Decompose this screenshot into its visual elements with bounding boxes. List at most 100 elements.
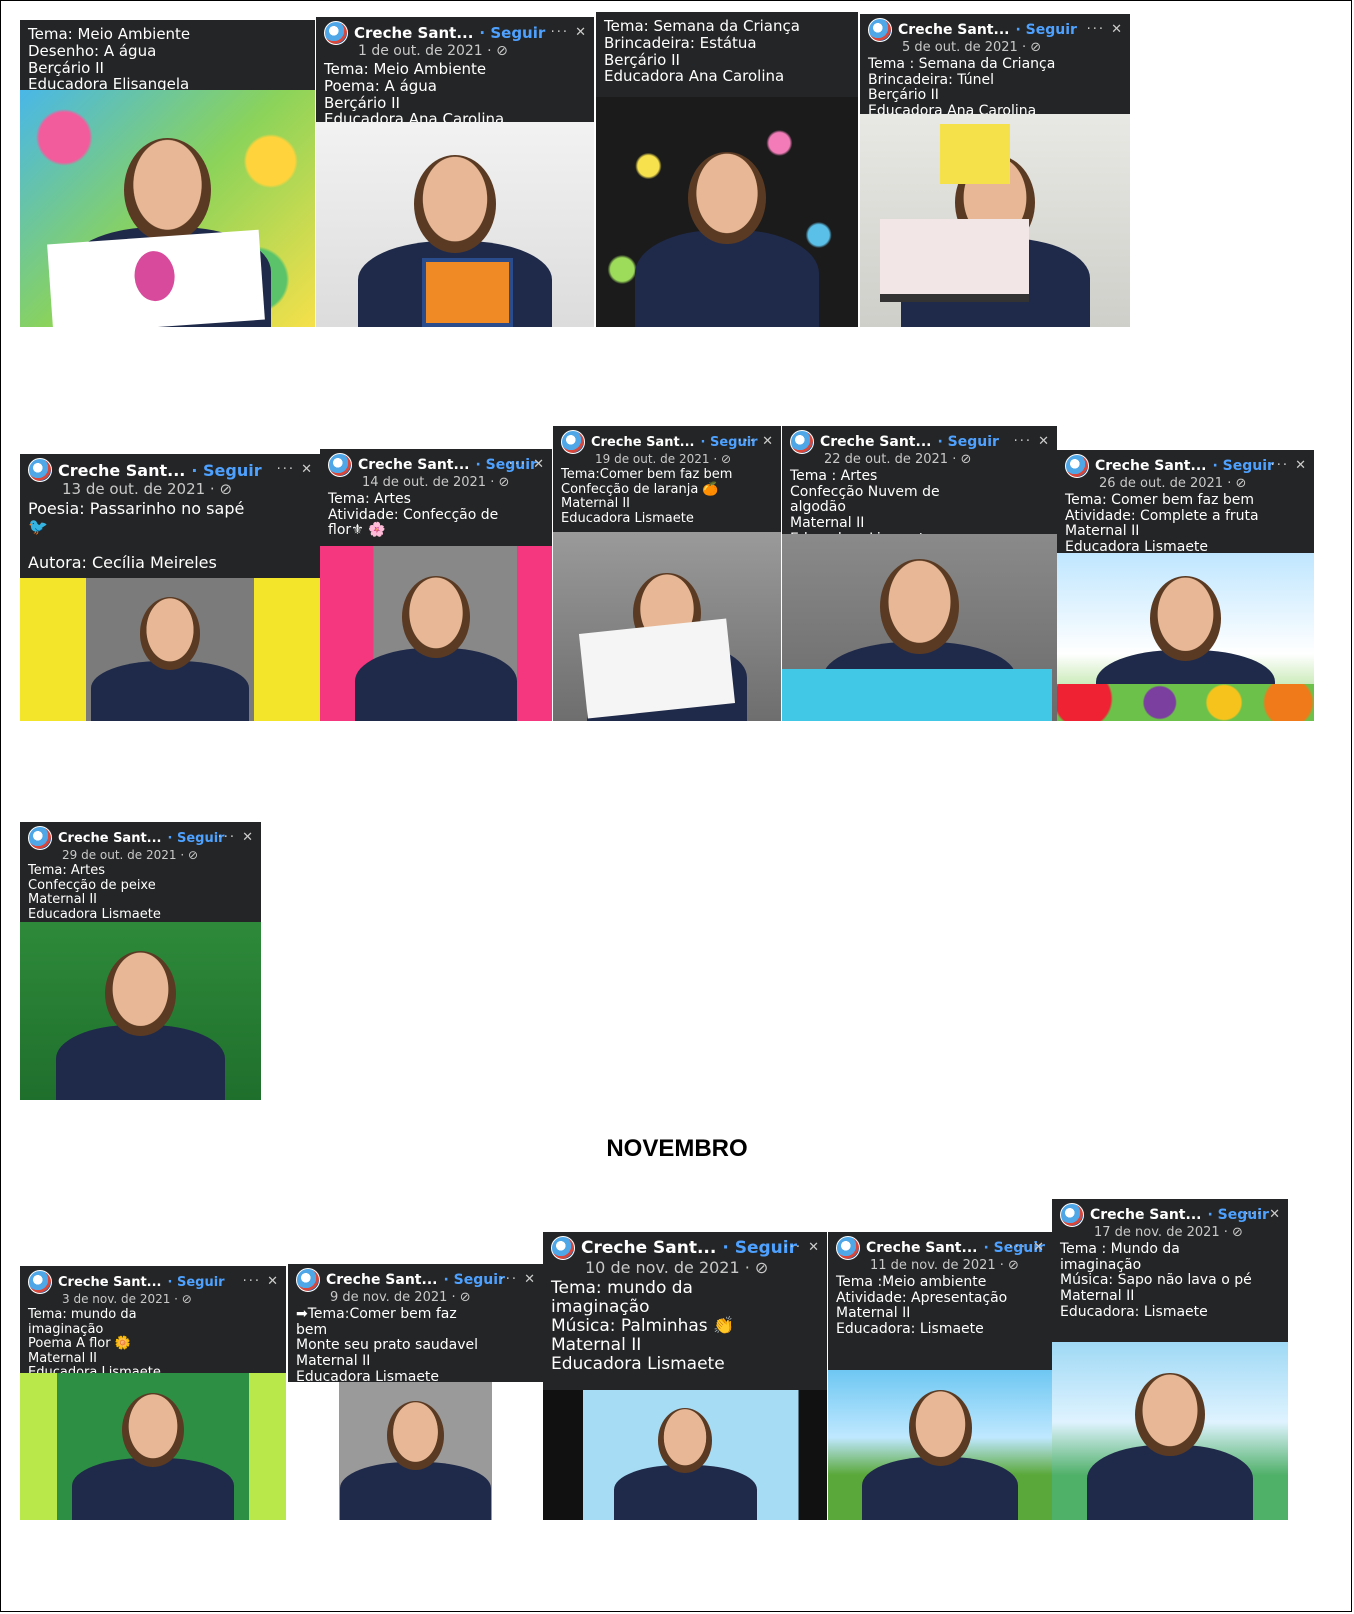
page-name[interactable]: Creche Sant... <box>358 457 469 473</box>
post-caption: ➡Tema:Comer bem faz bem Monte seu prato … <box>296 1306 479 1385</box>
post-card[interactable]: Tema: Semana da Criança Brincadeira: Est… <box>596 12 858 327</box>
more-close-icon[interactable]: ··· ✕ <box>784 1240 821 1255</box>
page-avatar-icon[interactable] <box>28 1270 52 1294</box>
post-photo[interactable] <box>20 578 320 721</box>
educator-figure <box>354 647 518 721</box>
post-photo[interactable] <box>1057 553 1314 721</box>
post-photo[interactable] <box>828 1370 1052 1520</box>
page-avatar-icon[interactable] <box>561 430 585 454</box>
more-close-icon[interactable]: ··· ✕ <box>1271 458 1308 473</box>
follow-link[interactable]: · Seguir <box>479 24 545 42</box>
page-name[interactable]: Creche Sant... <box>58 1275 162 1290</box>
page-avatar-icon[interactable] <box>296 1268 320 1292</box>
page-avatar-icon[interactable] <box>1060 1203 1084 1227</box>
post-card[interactable]: Creche Sant... · Seguir ··· ✕ 22 de out. de… <box>782 426 1057 721</box>
educator-figure <box>56 1025 225 1100</box>
page-name[interactable]: Creche Sant... <box>820 434 931 450</box>
post-card[interactable]: Creche Sant... · Seguir ··· ✕ 5 de out. de … <box>860 14 1130 327</box>
more-close-icon[interactable]: ··· ✕ <box>1009 1240 1046 1255</box>
page-avatar-icon[interactable] <box>868 18 892 42</box>
page-avatar-icon[interactable] <box>324 21 348 45</box>
post-photo[interactable] <box>543 1390 827 1520</box>
page-avatar-icon[interactable] <box>551 1236 575 1260</box>
post-card[interactable]: Creche Sant... · Seguir ··· ✕ 29 de out. de… <box>20 822 261 1100</box>
educator-face <box>401 576 471 658</box>
follow-link[interactable]: · Seguir <box>168 1275 225 1290</box>
post-caption: Tema : Mundo da imaginação Música: Sapo … <box>1060 1241 1252 1320</box>
page-avatar-icon[interactable] <box>1065 454 1089 478</box>
page-name[interactable]: Creche Sant... <box>58 831 162 846</box>
post-photo[interactable] <box>860 114 1130 327</box>
more-close-icon[interactable]: ··· ✕ <box>1245 1207 1282 1222</box>
page-name[interactable]: Creche Sant... <box>354 24 473 42</box>
more-close-icon[interactable]: ··· ✕ <box>509 457 546 472</box>
post-header: Creche Sant... · Seguir ··· ✕ 11 de nov. de… <box>828 1232 1052 1370</box>
page-name[interactable]: Creche Sant... <box>326 1272 437 1288</box>
page-name[interactable]: Creche Sant... <box>591 435 695 450</box>
educator-face <box>139 597 201 670</box>
more-close-icon[interactable]: ··· ✕ <box>738 434 775 449</box>
page-avatar-icon[interactable] <box>328 453 352 477</box>
page-name[interactable]: Creche Sant... <box>866 1240 977 1256</box>
post-date: 22 de out. de 2021 · ⊘ <box>824 452 972 467</box>
educator-face <box>122 1393 184 1468</box>
follow-link[interactable]: · Seguir <box>937 434 998 450</box>
follow-link[interactable]: · Seguir <box>1015 22 1076 38</box>
post-photo[interactable] <box>20 1373 286 1520</box>
page-name[interactable]: Creche Sant... <box>898 22 1009 38</box>
page-name[interactable]: Creche Sant... <box>58 461 185 480</box>
post-photo[interactable] <box>20 922 261 1100</box>
educator-face <box>657 1407 713 1474</box>
post-photo[interactable] <box>1052 1342 1288 1520</box>
post-date: 3 de nov. de 2021 · ⊘ <box>62 1292 192 1306</box>
page-avatar-icon[interactable] <box>836 1236 860 1260</box>
educator-figure <box>91 660 249 721</box>
post-photo[interactable] <box>320 546 552 721</box>
more-close-icon[interactable]: ··· ✕ <box>218 830 255 845</box>
page-avatar-icon[interactable] <box>28 826 52 850</box>
more-close-icon[interactable]: ··· ✕ <box>277 462 314 477</box>
post-card[interactable]: Creche Sant... · Seguir ··· ✕ 13 de out. de… <box>20 454 320 721</box>
follow-link[interactable]: · Seguir <box>443 1272 504 1288</box>
post-photo[interactable] <box>782 534 1057 721</box>
educator-face <box>1135 1372 1205 1456</box>
page-avatar-icon[interactable] <box>790 430 814 454</box>
follow-link[interactable]: · Seguir <box>1212 458 1273 474</box>
more-close-icon[interactable]: ··· ✕ <box>243 1274 280 1289</box>
more-close-icon[interactable]: ··· ✕ <box>1014 434 1051 449</box>
post-card[interactable]: Creche Sant... · Seguir ··· ✕ 9 de nov. de … <box>288 1264 543 1520</box>
post-card[interactable]: Creche Sant... · Seguir ··· ✕ 26 de out. de… <box>1057 450 1314 721</box>
post-card[interactable]: Tema: Meio Ambiente Desenho: A água Berç… <box>20 20 315 327</box>
post-card[interactable]: Creche Sant... · Seguir ··· ✕ 3 de nov. de … <box>20 1266 286 1520</box>
post-caption: Poesia: Passarinho no sapé 🐦 Autora: Cec… <box>28 499 245 572</box>
post-header: Creche Sant... · Seguir ··· ✕ 3 de nov. de … <box>20 1266 286 1380</box>
post-photo[interactable] <box>288 1382 543 1520</box>
post-date: 10 de nov. de 2021 · ⊘ <box>585 1258 769 1277</box>
page-name[interactable]: Creche Sant... <box>581 1238 716 1258</box>
page-avatar-icon[interactable] <box>28 458 52 482</box>
page-name[interactable]: Creche Sant... <box>1090 1207 1201 1223</box>
post-caption: Tema: Meio Ambiente Poema: A água Berçár… <box>324 60 505 129</box>
more-close-icon[interactable]: ··· ✕ <box>500 1272 537 1287</box>
post-card[interactable]: Creche Sant... · Seguir ··· ✕ 17 de nov. de… <box>1052 1199 1288 1520</box>
post-header: Tema: Semana da Criança Brincadeira: Est… <box>596 12 858 97</box>
post-photo[interactable] <box>553 532 781 721</box>
more-close-icon[interactable]: ··· ✕ <box>1087 22 1124 37</box>
post-card[interactable]: Creche Sant... · Seguir ··· ✕ 19 de out. de… <box>553 426 781 721</box>
follow-link[interactable]: · Seguir <box>191 461 261 480</box>
post-card[interactable]: Creche Sant... · Seguir ··· ✕ 11 de nov. de… <box>828 1232 1052 1520</box>
more-close-icon[interactable]: ··· ✕ <box>551 25 588 40</box>
educator-figure <box>613 1465 757 1520</box>
post-header: Creche Sant... · Seguir ··· ✕ 29 de out. de… <box>20 822 261 922</box>
page-name[interactable]: Creche Sant... <box>1095 458 1206 474</box>
post-card[interactable]: Creche Sant... · Seguir ··· ✕ 10 de nov. de… <box>543 1232 827 1520</box>
post-card[interactable]: Creche Sant... · Seguir ··· ✕ 1 de out. de … <box>316 17 594 327</box>
post-photo[interactable] <box>316 122 594 327</box>
post-photo[interactable] <box>20 90 315 327</box>
post-header: Creche Sant... · Seguir ··· ✕ 1 de out. de … <box>316 17 594 128</box>
educator-face <box>386 1400 445 1471</box>
post-photo[interactable] <box>596 97 858 327</box>
post-caption: Tema: Meio Ambiente Desenho: A água Berç… <box>28 25 191 94</box>
follow-link[interactable]: · Seguir <box>168 831 225 846</box>
post-card[interactable]: Creche Sant... · Seguir ··· ✕ 14 de out. de… <box>320 449 552 721</box>
